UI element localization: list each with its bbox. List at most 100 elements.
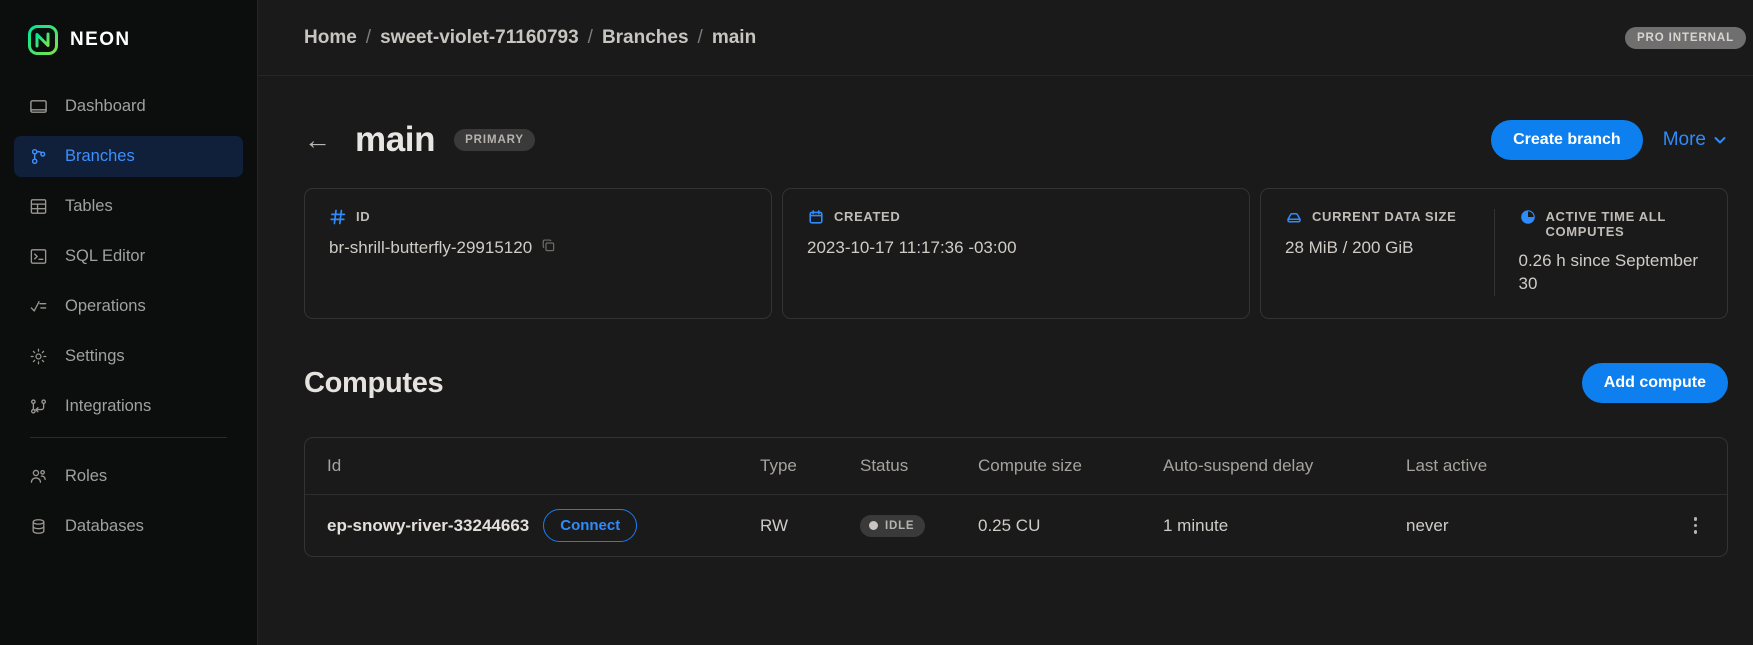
brand-name: NEON — [70, 29, 131, 50]
sidebar-item-settings[interactable]: Settings — [14, 336, 243, 377]
computes-table: Id Type Status Compute size Auto-suspend… — [304, 437, 1728, 557]
column-header-delay: Auto-suspend delay — [1163, 456, 1314, 475]
column-header-status: Status — [860, 456, 909, 475]
breadcrumb-current[interactable]: main — [712, 27, 756, 49]
page-title: main — [355, 120, 436, 159]
column-header-type: Type — [760, 456, 797, 475]
sidebar-item-label: SQL Editor — [65, 247, 146, 265]
table-row[interactable]: ep-snowy-river-33244663 Connect RW IDLE … — [305, 495, 1727, 556]
database-icon — [28, 516, 49, 537]
users-icon — [28, 466, 49, 487]
table-icon — [28, 196, 49, 217]
sidebar-item-branches[interactable]: Branches — [14, 136, 243, 177]
card-value: br-shrill-butterfly-29915120 — [329, 237, 747, 260]
compute-id-text: ep-snowy-river-33244663 — [327, 515, 530, 535]
active-time-value: 0.26 h since September 30 — [1518, 251, 1699, 293]
status-dot-icon — [869, 521, 878, 530]
card-value: 2023-10-17 11:17:36 -03:00 — [807, 237, 1225, 260]
breadcrumb: Home / sweet-violet-71160793 / Branches … — [304, 27, 756, 49]
sidebar-item-dashboard[interactable]: Dashboard — [14, 86, 243, 127]
arrow-left-icon[interactable]: ← — [304, 126, 331, 154]
card-label: CURRENT DATA SIZE — [1285, 209, 1470, 226]
card-value: 28 MiB / 200 GiB — [1285, 237, 1470, 260]
page-content: ← main PRIMARY Create branch More ID br-… — [258, 76, 1753, 557]
chevron-down-icon — [1714, 137, 1726, 144]
cell-autosuspend-delay: 1 minute — [1163, 515, 1229, 535]
sidebar-item-operations[interactable]: Operations — [14, 286, 243, 327]
cell-type: RW — [760, 515, 789, 535]
card-label: ACTIVE TIME ALL COMPUTES — [1519, 209, 1704, 239]
primary-badge: PRIMARY — [454, 129, 535, 151]
database-size-icon — [1285, 208, 1303, 226]
more-label: More — [1662, 129, 1706, 150]
sidebar-item-roles[interactable]: Roles — [14, 456, 243, 497]
app-root: NEON Dashboard Branches Tables SQL Edito… — [0, 0, 1753, 645]
card-label-text: ID — [356, 209, 371, 224]
sidebar-item-label: Integrations — [65, 397, 152, 415]
branch-actions: Create branch More — [1491, 120, 1728, 160]
sidebar-item-label: Databases — [65, 517, 144, 535]
gear-icon — [28, 346, 49, 367]
sql-editor-icon — [28, 246, 49, 267]
sidebar-item-label: Operations — [65, 297, 146, 315]
breadcrumb-separator: / — [365, 26, 372, 48]
breadcrumb-separator: / — [697, 26, 703, 48]
sidebar-item-label: Tables — [65, 197, 113, 215]
connect-button[interactable]: Connect — [543, 509, 638, 542]
more-menu-button[interactable]: More — [1663, 129, 1728, 151]
sidebar-item-label: Settings — [65, 347, 125, 365]
card-label: ID — [329, 209, 747, 226]
column-header-lastactive: Last active — [1406, 456, 1488, 475]
dashboard-icon — [28, 96, 49, 117]
data-size-value: 28 MiB / 200 GiB — [1285, 238, 1414, 257]
info-cards: ID br-shrill-butterfly-29915120 CREATED … — [304, 188, 1728, 319]
card-id: ID br-shrill-butterfly-29915120 — [304, 188, 772, 319]
column-header-id: Id — [327, 456, 342, 475]
copy-icon[interactable] — [541, 237, 556, 260]
cell-compute-id: ep-snowy-river-33244663 Connect — [305, 509, 760, 542]
card-value: 0.26 h since September 30 — [1519, 250, 1704, 296]
hash-icon — [329, 208, 347, 226]
clock-pie-icon — [1519, 208, 1537, 226]
sidebar-divider — [30, 437, 227, 438]
add-compute-button[interactable]: Add compute — [1581, 363, 1728, 403]
cell-status: IDLE — [860, 514, 978, 537]
column-header-size: Compute size — [978, 456, 1082, 475]
card-data-size: CURRENT DATA SIZE 28 MiB / 200 GiB — [1261, 209, 1494, 296]
status-text: IDLE — [885, 519, 915, 532]
breadcrumb-branches[interactable]: Branches — [602, 27, 689, 49]
sidebar-item-integrations[interactable]: Integrations — [14, 386, 243, 427]
card-active-time: ACTIVE TIME ALL COMPUTES 0.26 h since Se… — [1493, 209, 1728, 296]
neon-logo-icon — [28, 25, 58, 55]
card-metrics: CURRENT DATA SIZE 28 MiB / 200 GiB ACTIV… — [1260, 188, 1728, 319]
breadcrumb-home[interactable]: Home — [304, 27, 357, 49]
sidebar-item-databases[interactable]: Databases — [14, 506, 243, 547]
plan-badge: PRO INTERNAL — [1624, 26, 1746, 49]
computes-header: Computes Add compute — [304, 363, 1728, 403]
sidebar: NEON Dashboard Branches Tables SQL Edito… — [0, 0, 258, 645]
cell-actions — [1581, 511, 1727, 540]
create-branch-button[interactable]: Create branch — [1491, 120, 1643, 160]
created-value: 2023-10-17 11:17:36 -03:00 — [807, 238, 1017, 257]
status-badge: IDLE — [860, 514, 926, 537]
sidebar-item-label: Dashboard — [65, 97, 146, 115]
integrations-icon — [28, 396, 49, 417]
kebab-menu-icon[interactable] — [1688, 511, 1704, 540]
brand[interactable]: NEON — [0, 0, 257, 80]
sidebar-item-tables[interactable]: Tables — [14, 186, 243, 227]
card-label-text: CURRENT DATA SIZE — [1312, 209, 1457, 224]
sidebar-item-sql-editor[interactable]: SQL Editor — [14, 236, 243, 277]
cell-last-active: never — [1406, 515, 1449, 535]
breadcrumb-project[interactable]: sweet-violet-71160793 — [380, 27, 579, 49]
card-label-text: CREATED — [834, 209, 901, 224]
branch-header: ← main PRIMARY Create branch More — [304, 120, 1728, 160]
computes-title: Computes — [304, 366, 444, 399]
card-label-text: ACTIVE TIME ALL COMPUTES — [1545, 209, 1666, 239]
table-header-row: Id Type Status Compute size Auto-suspend… — [305, 438, 1727, 495]
branches-icon — [28, 146, 49, 167]
cell-compute-size: 0.25 CU — [978, 515, 1041, 535]
operations-icon — [28, 296, 49, 317]
sidebar-item-label: Roles — [65, 467, 108, 485]
main-area: Home / sweet-violet-71160793 / Branches … — [258, 0, 1753, 645]
breadcrumb-separator: / — [587, 26, 593, 48]
